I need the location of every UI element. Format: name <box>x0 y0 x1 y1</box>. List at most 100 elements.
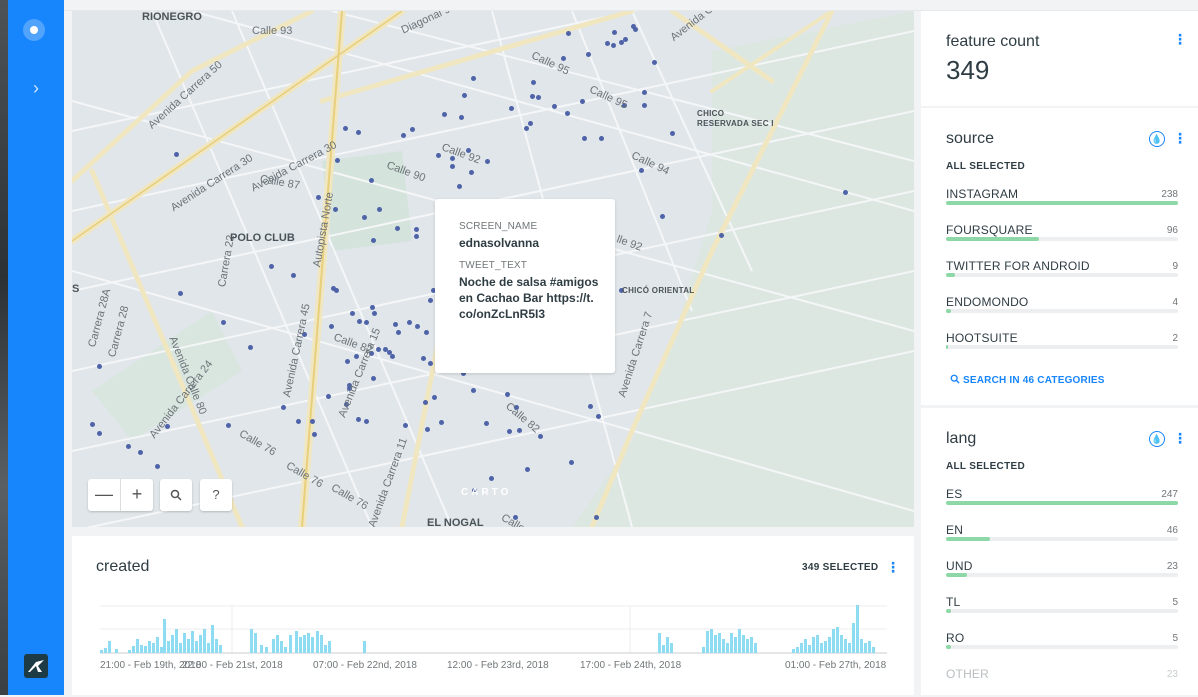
histogram-bar[interactable] <box>303 635 306 653</box>
histogram-bar[interactable] <box>324 645 327 653</box>
histogram-bar[interactable] <box>856 605 859 653</box>
histogram-bar[interactable] <box>824 641 827 653</box>
tweet-point[interactable] <box>566 31 571 36</box>
histogram-bar[interactable] <box>750 637 753 653</box>
tweet-point[interactable] <box>428 298 433 303</box>
category-row[interactable]: HOOTSUITE 2 <box>946 331 1178 361</box>
tweet-point[interactable] <box>530 94 535 99</box>
tweet-point[interactable] <box>531 80 536 85</box>
histogram-bar[interactable] <box>175 629 178 653</box>
tweet-point[interactable] <box>428 361 433 366</box>
tweet-point[interactable] <box>425 427 430 432</box>
widget-options-icon[interactable]: ⋮ <box>1173 130 1187 146</box>
widget-options-icon[interactable]: ⋮ <box>1173 430 1187 446</box>
tweet-point[interactable] <box>376 347 381 352</box>
tweet-point[interactable] <box>642 103 647 108</box>
histogram-bar[interactable] <box>203 629 206 653</box>
histogram-bar[interactable] <box>868 641 871 653</box>
histogram-bar[interactable] <box>100 650 103 653</box>
color-by-drop-icon[interactable]: 💧 <box>1149 131 1165 147</box>
layers-icon[interactable] <box>23 19 45 41</box>
chevron-right-icon[interactable]: › <box>28 76 44 100</box>
tweet-point[interactable] <box>432 395 437 400</box>
tweet-point[interactable] <box>561 56 566 61</box>
histogram-bar[interactable] <box>167 641 170 653</box>
histogram-bar[interactable] <box>284 647 287 653</box>
category-row[interactable]: FOURSQUARE 96 <box>946 223 1178 253</box>
tweet-point[interactable] <box>565 111 570 116</box>
category-row[interactable]: RO 5 <box>946 631 1178 661</box>
tweet-point[interactable] <box>505 392 510 397</box>
histogram-bar[interactable] <box>363 641 366 653</box>
category-row[interactable]: UND 23 <box>946 559 1178 589</box>
histogram-bar[interactable] <box>816 635 819 653</box>
tweet-point[interactable] <box>471 76 476 81</box>
histogram-bar[interactable] <box>812 637 815 653</box>
tweet-point[interactable] <box>639 168 644 173</box>
histogram-bar[interactable] <box>128 650 131 653</box>
tweet-point[interactable] <box>97 431 102 436</box>
histogram-bar[interactable] <box>316 631 319 653</box>
tweet-point[interactable] <box>580 99 585 104</box>
tweet-point[interactable] <box>471 388 476 393</box>
tweet-point[interactable] <box>364 419 369 424</box>
tweet-point[interactable] <box>269 264 274 269</box>
tweet-point[interactable] <box>362 215 367 220</box>
category-row[interactable]: EN 46 <box>946 523 1178 553</box>
histogram-bar[interactable] <box>666 637 669 653</box>
tweet-point[interactable] <box>393 322 398 327</box>
tweet-point[interactable] <box>569 460 574 465</box>
histogram-bar[interactable] <box>328 641 331 653</box>
tweet-point[interactable] <box>356 417 361 422</box>
histogram-bar[interactable] <box>144 646 147 653</box>
histogram-bar[interactable] <box>836 627 839 653</box>
tweet-point[interactable] <box>126 444 131 449</box>
histogram-bar[interactable] <box>864 643 867 653</box>
category-row[interactable]: ES 247 <box>946 487 1178 517</box>
tweet-point[interactable] <box>414 227 419 232</box>
histogram-bar[interactable] <box>828 637 831 653</box>
tweet-point[interactable] <box>296 419 301 424</box>
tweet-point[interactable] <box>371 238 376 243</box>
histogram-bar[interactable] <box>804 639 807 653</box>
tweet-point[interactable] <box>582 136 587 141</box>
category-row[interactable]: ENDOMONDO 4 <box>946 295 1178 325</box>
tweet-point[interactable] <box>469 170 474 175</box>
tweet-point[interactable] <box>507 429 512 434</box>
tweet-point[interactable] <box>138 450 143 455</box>
carto-attribution[interactable]: CARTO <box>461 487 511 498</box>
tweet-point[interactable] <box>335 158 340 163</box>
histogram-bar[interactable] <box>796 647 799 653</box>
all-selected-label[interactable]: ALL SELECTED <box>946 461 1025 472</box>
histogram-bar[interactable] <box>722 639 725 653</box>
zoom-in-button[interactable]: + <box>121 479 153 511</box>
histogram-bar[interactable] <box>662 645 665 653</box>
all-selected-label[interactable]: ALL SELECTED <box>946 161 1025 172</box>
color-by-drop-icon[interactable]: 💧 <box>1149 431 1165 447</box>
tweet-point[interactable] <box>155 464 160 469</box>
histogram-bar[interactable] <box>199 635 202 653</box>
histogram-bar[interactable] <box>726 643 729 653</box>
tweet-point[interactable] <box>642 90 647 95</box>
histogram-bar[interactable] <box>260 645 263 653</box>
tweet-point[interactable] <box>326 394 331 399</box>
tweet-point[interactable] <box>599 136 604 141</box>
histogram-bar[interactable] <box>848 643 851 653</box>
histogram-bar[interactable] <box>730 633 733 653</box>
histogram-bar[interactable] <box>808 645 811 653</box>
histogram-bar[interactable] <box>108 641 111 653</box>
histogram-bar[interactable] <box>702 647 705 653</box>
category-row[interactable]: TWITTER FOR ANDROID 9 <box>946 259 1178 289</box>
tweet-point[interactable] <box>489 476 494 481</box>
histogram-bar[interactable] <box>734 637 737 653</box>
histogram-bar[interactable] <box>738 629 741 653</box>
histogram-bar[interactable] <box>800 643 803 653</box>
tweet-point[interactable] <box>174 152 179 157</box>
tweet-point[interactable] <box>414 234 419 239</box>
histogram-bar[interactable] <box>754 643 757 653</box>
tweet-point[interactable] <box>525 467 530 472</box>
histogram-bar[interactable] <box>187 639 190 653</box>
zoom-out-button[interactable]: — <box>88 479 121 511</box>
tweet-point[interactable] <box>462 93 467 98</box>
histogram-bar[interactable] <box>115 649 118 653</box>
